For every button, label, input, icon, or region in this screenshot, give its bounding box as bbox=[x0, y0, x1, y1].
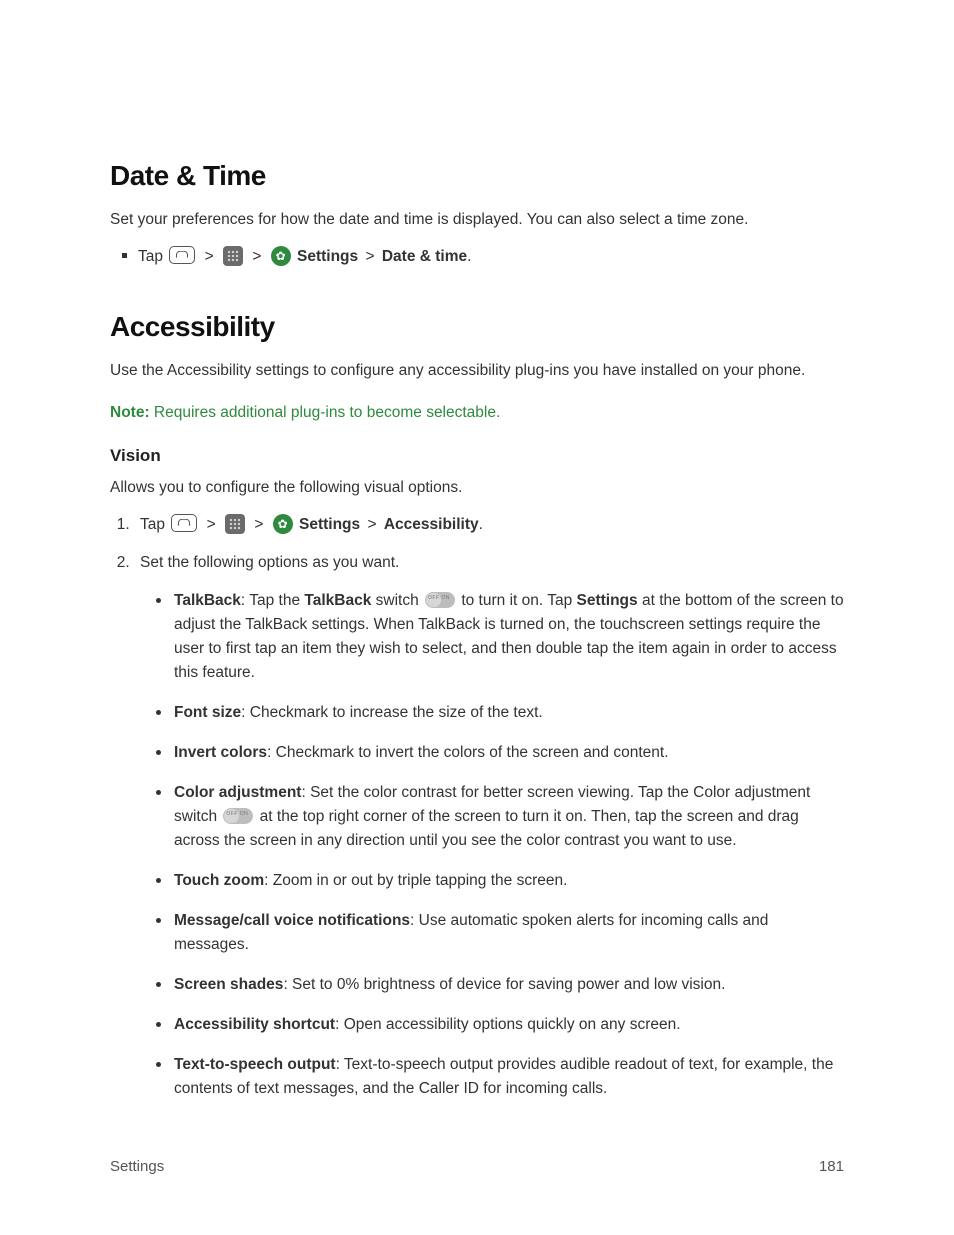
separator: > bbox=[205, 248, 214, 265]
option-msgcall: Message/call voice notifications: Use au… bbox=[174, 909, 844, 957]
separator: > bbox=[207, 516, 216, 533]
period: . bbox=[479, 516, 483, 533]
separator: > bbox=[254, 516, 263, 533]
heading-date-time: Date & Time bbox=[110, 160, 844, 192]
vision-step-2: Set the following options as you want. T… bbox=[134, 551, 844, 1101]
target-label: Date & time bbox=[382, 248, 467, 265]
option-label: Touch zoom bbox=[174, 872, 264, 889]
option-shades: Screen shades: Set to 0% brightness of d… bbox=[174, 973, 844, 997]
option-label: Screen shades bbox=[174, 976, 283, 993]
apps-icon bbox=[225, 514, 245, 534]
subheading-vision: Vision bbox=[110, 446, 844, 466]
home-icon bbox=[171, 514, 197, 532]
separator: > bbox=[365, 248, 374, 265]
nav-steps-date-time: Tap > > Settings > Date & time. bbox=[110, 245, 844, 269]
option-coloradj: Color adjustment: Set the color contrast… bbox=[174, 781, 844, 853]
toggle-switch-icon bbox=[425, 592, 455, 608]
option-label: Invert colors bbox=[174, 744, 267, 761]
option-label: TalkBack bbox=[174, 592, 241, 609]
footer-section: Settings bbox=[110, 1158, 164, 1175]
footer-page-number: 181 bbox=[819, 1158, 844, 1175]
heading-accessibility: Accessibility bbox=[110, 311, 844, 343]
option-shortcut: Accessibility shortcut: Open accessibili… bbox=[174, 1013, 844, 1037]
page-footer: Settings 181 bbox=[110, 1158, 844, 1175]
target-label: Accessibility bbox=[384, 516, 479, 533]
note-text: Requires additional plug-ins to become s… bbox=[150, 404, 501, 421]
option-fontsize: Font size: Checkmark to increase the siz… bbox=[174, 701, 844, 725]
settings-gear-icon bbox=[271, 246, 291, 266]
toggle-switch-icon bbox=[223, 808, 253, 824]
note-label: Note: bbox=[110, 404, 150, 421]
option-label: Text-to-speech output bbox=[174, 1056, 336, 1073]
option-talkback: TalkBack: Tap the TalkBack switch to tur… bbox=[174, 589, 844, 685]
note-line: Note: Requires additional plug-ins to be… bbox=[110, 401, 844, 424]
home-icon bbox=[169, 246, 195, 264]
option-label: Color adjustment bbox=[174, 784, 301, 801]
vision-options: TalkBack: Tap the TalkBack switch to tur… bbox=[140, 589, 844, 1101]
vision-intro: Allows you to configure the following vi… bbox=[110, 476, 844, 499]
tap-label: Tap bbox=[138, 248, 163, 265]
vision-steps: Tap > > Settings > Accessibility. Set th… bbox=[110, 513, 844, 1101]
option-label: Accessibility shortcut bbox=[174, 1016, 335, 1033]
separator: > bbox=[252, 248, 261, 265]
period: . bbox=[467, 248, 471, 265]
separator: > bbox=[367, 516, 376, 533]
settings-label: Settings bbox=[299, 516, 360, 533]
option-tts: Text-to-speech output: Text-to-speech ou… bbox=[174, 1053, 844, 1101]
tap-label: Tap bbox=[140, 516, 165, 533]
option-label: Font size bbox=[174, 704, 241, 721]
vision-step-1: Tap > > Settings > Accessibility. bbox=[134, 513, 844, 537]
apps-icon bbox=[223, 246, 243, 266]
option-label: Message/call voice notifications bbox=[174, 912, 410, 929]
settings-gear-icon bbox=[273, 514, 293, 534]
nav-step: Tap > > Settings > Date & time. bbox=[138, 245, 844, 269]
step2-intro: Set the following options as you want. bbox=[140, 554, 399, 571]
intro-date-time: Set your preferences for how the date an… bbox=[110, 208, 844, 231]
document-page: Date & Time Set your preferences for how… bbox=[0, 0, 954, 1235]
intro-accessibility: Use the Accessibility settings to config… bbox=[110, 359, 844, 382]
option-touchzoom: Touch zoom: Zoom in or out by triple tap… bbox=[174, 869, 844, 893]
settings-label: Settings bbox=[297, 248, 358, 265]
option-invert: Invert colors: Checkmark to invert the c… bbox=[174, 741, 844, 765]
